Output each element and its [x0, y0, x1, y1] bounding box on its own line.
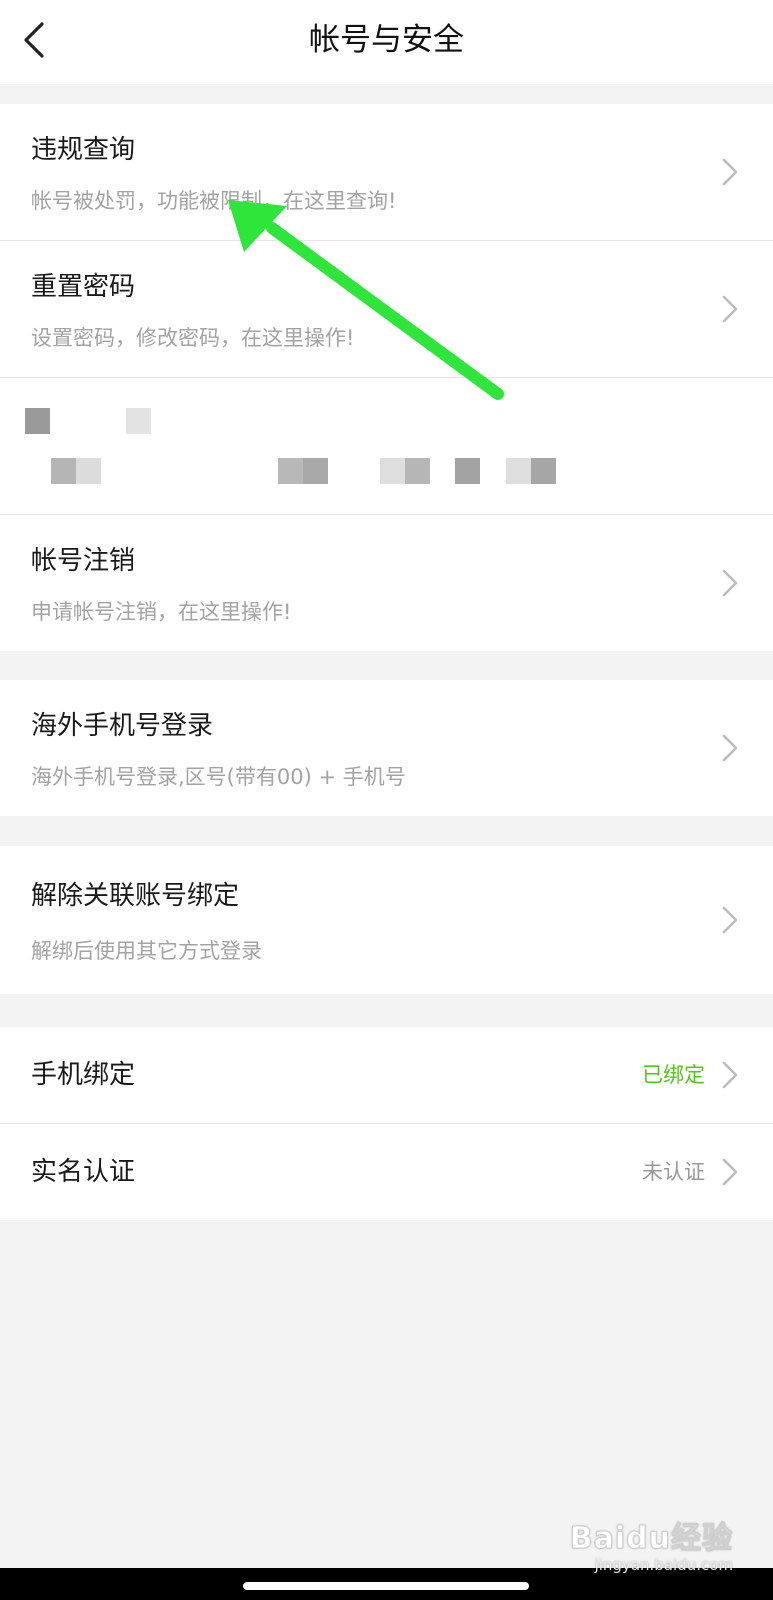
- phone-binding-title: 手机绑定: [31, 1060, 136, 1090]
- mosaic-block: [455, 458, 480, 484]
- account-cancellation-title: 帐号注销: [31, 546, 136, 576]
- chevron-right-icon: [722, 906, 738, 934]
- mosaic-block: [278, 458, 303, 484]
- mosaic-block: [303, 458, 328, 484]
- reset-password-row[interactable]: 重置密码 设置密码，修改密码，在这里操作!: [0, 241, 773, 378]
- unbind-linked-accounts-subtitle: 解绑后使用其它方式登录: [31, 939, 262, 963]
- mosaic-block: [506, 458, 531, 484]
- top-navigation-bar: 帐号与安全: [0, 0, 773, 84]
- mosaic-block: [531, 458, 556, 484]
- unbind-linked-accounts-row[interactable]: 解除关联账号绑定 解绑后使用其它方式登录: [0, 846, 773, 994]
- watermark-url: jingyan.baidu.com: [594, 1556, 733, 1574]
- page-title: 帐号与安全: [309, 22, 464, 58]
- redacted-row[interactable]: [0, 378, 773, 515]
- watermark-logo: Baidu经验: [569, 1521, 733, 1556]
- real-name-verification-row[interactable]: 实名认证 未认证: [0, 1124, 773, 1220]
- chevron-right-icon: [722, 1061, 738, 1089]
- mosaic-block: [380, 458, 405, 484]
- overseas-login-group: 海外手机号登录 海外手机号登录,区号(带有00) + 手机号: [0, 680, 773, 816]
- mosaic-block: [405, 458, 430, 484]
- mosaic-block: [25, 408, 50, 434]
- violation-query-subtitle: 帐号被处罚，功能被限制，在这里查询!: [31, 189, 397, 213]
- phone-binding-status: 已绑定: [642, 1063, 705, 1087]
- real-name-verification-title: 实名认证: [31, 1157, 136, 1187]
- account-cancellation-subtitle: 申请帐号注销，在这里操作!: [31, 600, 292, 624]
- account-cancellation-row[interactable]: 帐号注销 申请帐号注销，在这里操作!: [0, 515, 773, 651]
- overseas-phone-login-row[interactable]: 海外手机号登录 海外手机号登录,区号(带有00) + 手机号: [0, 680, 773, 816]
- phone-binding-row[interactable]: 手机绑定 已绑定: [0, 1027, 773, 1124]
- account-settings-group: 违规查询 帐号被处罚，功能被限制，在这里查询! 重置密码 设置密码，修改密码，在…: [0, 104, 773, 651]
- real-name-verification-status: 未认证: [642, 1160, 705, 1184]
- mosaic-block: [51, 458, 76, 484]
- violation-query-row[interactable]: 违规查询 帐号被处罚，功能被限制，在这里查询!: [0, 104, 773, 241]
- chevron-right-icon: [722, 734, 738, 762]
- unbind-accounts-group: 解除关联账号绑定 解绑后使用其它方式登录: [0, 846, 773, 994]
- chevron-right-icon: [722, 1158, 738, 1186]
- chevron-right-icon: [722, 569, 738, 597]
- chevron-right-icon: [722, 158, 738, 186]
- violation-query-title: 违规查询: [31, 135, 136, 165]
- overseas-phone-login-subtitle: 海外手机号登录,区号(带有00) + 手机号: [31, 765, 406, 789]
- chevron-right-icon: [722, 295, 738, 323]
- mosaic-block: [126, 408, 151, 434]
- reset-password-subtitle: 设置密码，修改密码，在这里操作!: [31, 326, 355, 350]
- reset-password-title: 重置密码: [31, 272, 136, 302]
- home-indicator[interactable]: [243, 1582, 529, 1590]
- mosaic-block: [76, 458, 101, 484]
- unbind-linked-accounts-title: 解除关联账号绑定: [31, 881, 240, 911]
- baidu-watermark: Baidu经验 jingyan.baidu.com: [569, 1521, 733, 1574]
- verification-group: 手机绑定 已绑定 实名认证 未认证: [0, 1027, 773, 1220]
- overseas-phone-login-title: 海外手机号登录: [31, 711, 214, 741]
